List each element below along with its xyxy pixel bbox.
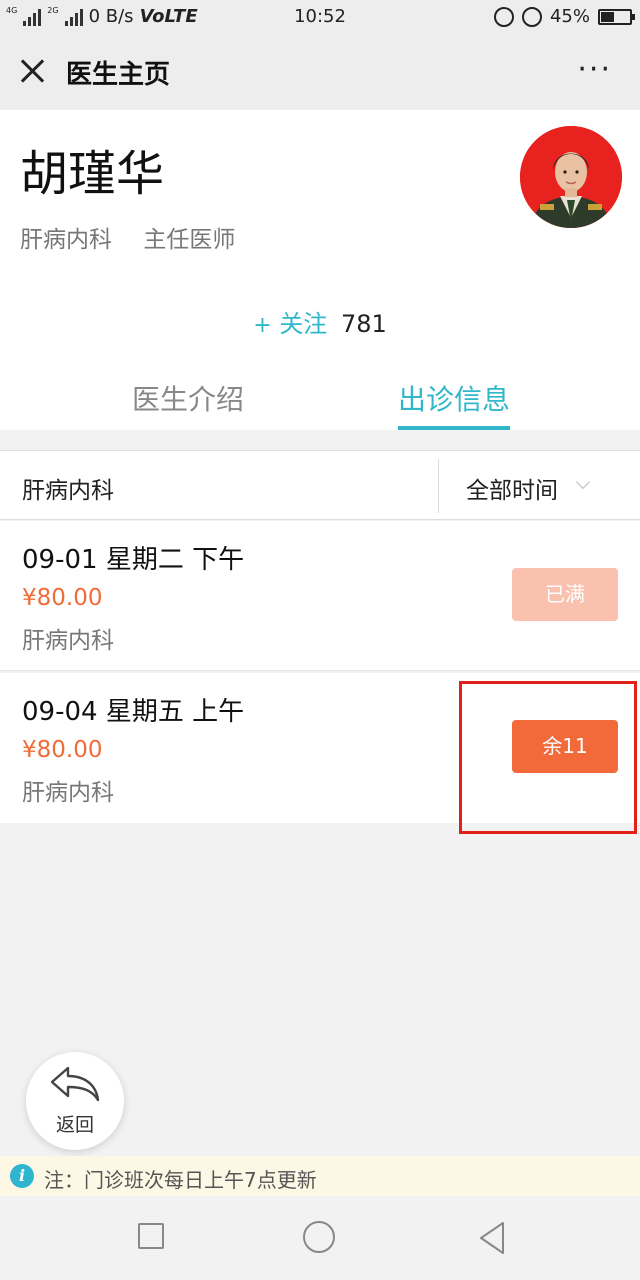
follow-button[interactable]: + 关注 781 bbox=[0, 304, 640, 339]
doctor-subtitle: 肝病内科 主任医师 bbox=[20, 220, 235, 254]
plus-icon: + bbox=[253, 313, 272, 338]
info-icon: i bbox=[10, 1164, 34, 1188]
notice-text: 注：门诊班次每日上午7点更新 bbox=[44, 1168, 317, 1192]
doctor-department: 肝病内科 bbox=[20, 227, 112, 253]
doctor-name: 胡瑾华 bbox=[20, 146, 165, 202]
slot-full-button[interactable]: 已满 bbox=[512, 568, 618, 621]
slot-price: ¥80.00 bbox=[22, 737, 103, 763]
department-filter[interactable]: 肝病内科 bbox=[22, 471, 114, 505]
rotation-lock-icon bbox=[493, 6, 514, 27]
slot-department: 肝病内科 bbox=[22, 628, 114, 654]
more-options-icon[interactable]: ··· bbox=[577, 52, 612, 87]
doctor-title: 主任医师 bbox=[143, 227, 236, 253]
alarm-icon bbox=[521, 6, 542, 27]
doctor-header: 胡瑾华 肝病内科 主任医师 + 关注 781 医生介绍 出诊信息 bbox=[0, 110, 640, 430]
return-arrow-icon bbox=[50, 1066, 100, 1102]
page-title: 医生主页 bbox=[66, 60, 171, 90]
system-nav-bar bbox=[0, 1196, 640, 1280]
slot-department: 肝病内科 bbox=[22, 780, 114, 806]
back-triangle-icon[interactable] bbox=[478, 1221, 506, 1255]
follow-label: 关注 bbox=[279, 310, 328, 338]
home-icon[interactable] bbox=[303, 1221, 335, 1253]
close-icon[interactable] bbox=[18, 56, 48, 86]
back-button[interactable]: 返回 bbox=[26, 1052, 124, 1150]
tab-bar: 医生介绍 出诊信息 bbox=[0, 372, 640, 430]
follow-count: 781 bbox=[340, 310, 387, 338]
slot-date: 09-01 星期二 下午 bbox=[22, 545, 245, 575]
status-right: 45% bbox=[493, 6, 635, 27]
nav-bar: 医生主页 ··· bbox=[0, 34, 640, 110]
schedule-slot: 09-01 星期二 下午 ¥80.00 肝病内科 已满 bbox=[0, 521, 640, 671]
filter-bar: 肝病内科 全部时间 bbox=[0, 450, 640, 520]
active-tab-indicator bbox=[398, 426, 510, 430]
tab-schedule[interactable]: 出诊信息 bbox=[398, 378, 510, 418]
tab-doctor-intro[interactable]: 医生介绍 bbox=[132, 378, 244, 418]
chevron-down-icon[interactable] bbox=[575, 474, 591, 490]
slot-price: ¥80.00 bbox=[22, 585, 103, 611]
recent-apps-icon[interactable] bbox=[138, 1223, 164, 1249]
status-bar: 4G 2G 0 B/s VoLTE 10:52 45% bbox=[0, 0, 640, 34]
battery-percent: 45% bbox=[549, 6, 590, 27]
slot-date: 09-04 星期五 上午 bbox=[22, 697, 245, 727]
filter-divider bbox=[438, 459, 439, 513]
battery-icon bbox=[598, 8, 635, 25]
time-filter[interactable]: 全部时间 bbox=[466, 471, 558, 505]
notice-bar: i 注：门诊班次每日上午7点更新 bbox=[0, 1156, 640, 1196]
doctor-avatar bbox=[520, 126, 622, 228]
highlight-box bbox=[459, 681, 637, 834]
back-button-label: 返回 bbox=[55, 1114, 94, 1136]
